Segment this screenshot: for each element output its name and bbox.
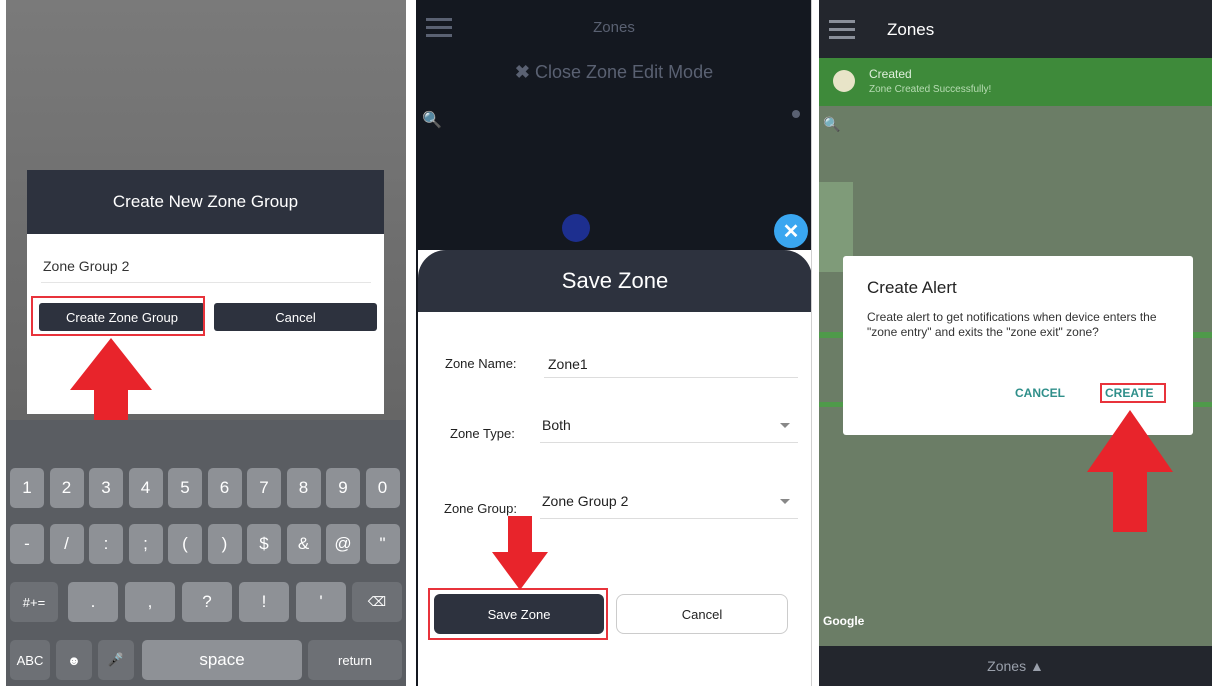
keyboard-key[interactable]: #+= — [10, 582, 58, 622]
zone-group-label: Zone Group: — [444, 501, 517, 516]
chevron-down-icon — [780, 499, 790, 504]
zone-type-underline — [540, 442, 798, 443]
dialog-title: Create New Zone Group — [27, 170, 384, 234]
keyboard-key[interactable]: & — [286, 524, 321, 564]
alert-message: Create alert to get notifications when d… — [867, 310, 1157, 339]
header-title: Zones — [593, 19, 635, 36]
keyboard-key[interactable]: . — [68, 582, 118, 622]
highlight-box — [428, 588, 608, 640]
close-edit-mode-button[interactable]: ✖ Close Zone Edit Mode — [416, 62, 811, 83]
keyboard-key[interactable]: ; — [128, 524, 163, 564]
header-title: Zones — [887, 20, 935, 39]
keyboard-key[interactable]: ) — [207, 524, 242, 564]
space-key[interactable]: space — [142, 640, 302, 680]
red-arrow-down-icon — [492, 516, 548, 590]
sun-icon — [833, 70, 855, 92]
chevron-up-icon: ▲ — [1029, 658, 1044, 674]
red-arrow-up-icon — [1087, 410, 1173, 532]
keyboard-key[interactable]: 1 — [10, 468, 44, 508]
input-underline — [41, 282, 371, 283]
keyboard-key[interactable]: / — [49, 524, 84, 564]
bottom-tab-label: Zones — [987, 658, 1027, 674]
keyboard-key[interactable]: 7 — [247, 468, 281, 508]
keyboard-key[interactable]: 9 — [326, 468, 360, 508]
alert-title: Create Alert — [867, 278, 957, 297]
keyboard-key[interactable]: 6 — [207, 468, 242, 508]
ios-keyboard: 1234567890 - /:;() $ & @ " #+=.,?! ' ⌫ ABC ☻ 🎤 spa… — [6, 420, 406, 686]
search-icon[interactable]: 🔍 — [823, 116, 840, 133]
emoji-icon[interactable]: ☻ — [56, 640, 92, 680]
keyboard-key[interactable]: , — [125, 582, 175, 622]
keyboard-key[interactable]: 3 — [89, 468, 123, 508]
close-sheet-icon[interactable]: ✕ — [774, 214, 808, 248]
keyboard-key[interactable]: ( — [168, 524, 202, 564]
zone-group-underline — [540, 518, 798, 519]
zone-name-input[interactable]: Zone1 — [548, 356, 588, 372]
panel-create-zone-group: Create New Zone Group Zone Group 2 Creat… — [6, 0, 406, 686]
sheet-title: Save Zone — [418, 250, 811, 312]
keyboard-key[interactable]: 8 — [286, 468, 321, 508]
keyboard-key[interactable]: ' — [296, 582, 346, 622]
bottom-tab[interactable]: Zones ▲ — [819, 646, 1212, 686]
cancel-button[interactable]: CANCEL — [1015, 386, 1065, 400]
keyboard-key[interactable]: - — [10, 524, 44, 564]
keyboard-key[interactable]: 5 — [168, 468, 202, 508]
menu-icon[interactable] — [829, 20, 855, 40]
keyboard-key[interactable]: 0 — [365, 468, 400, 508]
map-pin-icon — [562, 214, 590, 242]
highlight-box — [1100, 383, 1166, 403]
abc-key[interactable]: ABC — [10, 640, 50, 680]
success-toast: Created Zone Created Successfully! — [819, 58, 1212, 106]
keyboard-key[interactable]: ? — [182, 582, 232, 622]
zone-group-name-input[interactable]: Zone Group 2 — [43, 258, 129, 274]
zone-type-label: Zone Type: — [450, 426, 515, 441]
keyboard-key[interactable]: " — [365, 524, 400, 564]
close-edit-mode-label: Close Zone Edit Mode — [535, 62, 714, 82]
backspace-icon[interactable]: ⌫ — [352, 582, 402, 622]
chevron-down-icon — [780, 423, 790, 428]
keyboard-key[interactable]: ! — [239, 582, 289, 622]
search-icon[interactable]: 🔍 — [422, 110, 442, 130]
keyboard-key[interactable]: : — [89, 524, 123, 564]
app-header: Zones — [819, 0, 1212, 58]
zone-type-select[interactable]: Both — [542, 417, 571, 433]
keyboard-key[interactable]: @ — [326, 524, 360, 564]
toast-title: Created — [869, 67, 912, 81]
cancel-button[interactable]: Cancel — [616, 594, 788, 634]
close-x-icon: ✖ — [514, 62, 530, 82]
return-key[interactable]: return — [308, 640, 402, 680]
zone-group-select[interactable]: Zone Group 2 — [542, 493, 628, 509]
create-alert-dialog: Create Alert Create alert to get notific… — [843, 256, 1193, 435]
map-attribution: Google — [823, 614, 865, 628]
panel-create-alert: Zones Created Zone Created Successfully!… — [819, 0, 1212, 686]
panel-save-zone: Zones ✖ Close Zone Edit Mode 🔍 ✕ Save Zo… — [416, 0, 812, 686]
highlight-box — [31, 296, 205, 336]
toast-message: Zone Created Successfully! — [869, 84, 992, 95]
keyboard-key[interactable]: 4 — [128, 468, 163, 508]
microphone-icon[interactable]: 🎤 — [98, 640, 134, 680]
zone-name-label: Zone Name: — [445, 356, 517, 371]
cancel-button[interactable]: Cancel — [214, 303, 377, 331]
gps-icon[interactable] — [792, 110, 800, 118]
keyboard-key[interactable]: 2 — [49, 468, 84, 508]
keyboard-key[interactable]: $ — [247, 524, 281, 564]
zone-name-underline — [544, 377, 798, 378]
